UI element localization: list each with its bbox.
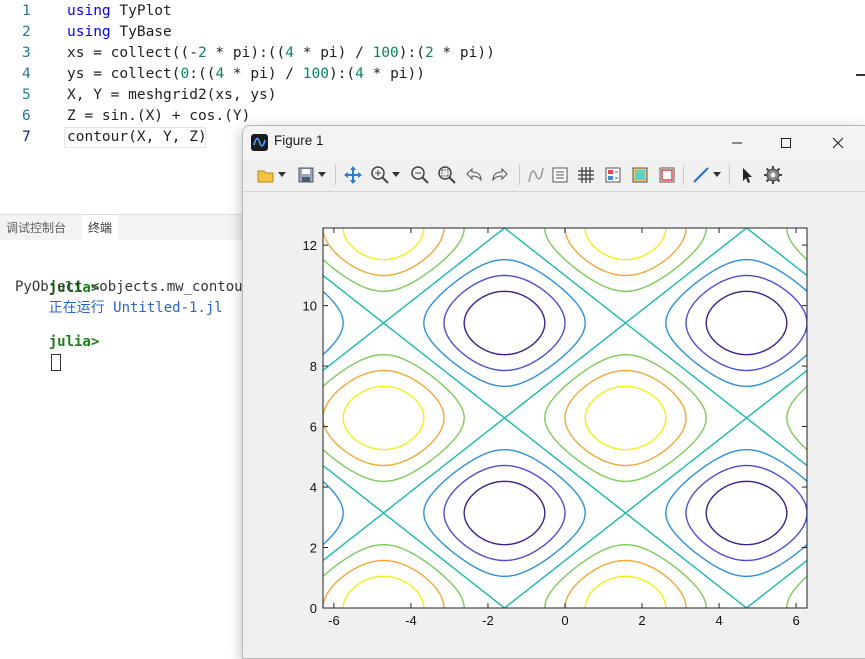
figure-toolbar — [243, 159, 865, 192]
scrollbar-marker — [856, 74, 865, 76]
figure-titlebar[interactable]: Figure 1 — [243, 126, 865, 159]
tab-terminal[interactable]: 终端 — [82, 215, 119, 241]
line-style-icon[interactable] — [690, 164, 712, 186]
julia-prompt: julia> — [48, 334, 100, 350]
x-tick-label: 4 — [715, 613, 722, 628]
x-tick-label: -6 — [328, 613, 340, 628]
y-tick-label: 2 — [310, 541, 317, 556]
grid-icon[interactable] — [575, 164, 597, 186]
settings-gear-icon[interactable] — [762, 164, 784, 186]
select-arrow-icon[interactable] — [736, 164, 758, 186]
x-tick-label: 0 — [561, 613, 568, 628]
toolbar-divider — [335, 165, 336, 185]
code-line[interactable]: 1 using TyPlot — [0, 1, 520, 22]
y-tick-label: 8 — [310, 359, 317, 374]
y-tick-label: 12 — [303, 238, 317, 253]
redo-icon[interactable] — [489, 164, 511, 186]
toolbar-divider — [519, 165, 520, 185]
fill-icon[interactable] — [629, 164, 651, 186]
figure-window[interactable]: Figure 1 -6 -4 -2 0 2 4 6 0 2 4 6 8 10 1… — [242, 125, 865, 659]
line-number: 2 — [22, 24, 31, 40]
code-text[interactable]: xs = collect((-2 * pi):((4 * pi) / 100):… — [67, 43, 495, 64]
y-tick-label: 6 — [310, 420, 317, 435]
x-tick-label: -4 — [405, 613, 417, 628]
chevron-down-icon[interactable] — [316, 164, 328, 186]
pan-icon[interactable] — [342, 164, 364, 186]
contour-plot[interactable]: -6 -4 -2 0 2 4 6 0 2 4 6 8 10 12 — [243, 192, 865, 658]
x-tick-label: 2 — [638, 613, 645, 628]
zoom-in-icon[interactable] — [369, 164, 391, 186]
code-text[interactable]: using TyPlot — [67, 1, 172, 22]
open-folder-icon[interactable] — [255, 164, 277, 186]
terminal-cursor — [50, 353, 61, 371]
line-number: 1 — [22, 3, 31, 19]
terminal-line-3[interactable]: julia> — [15, 312, 99, 392]
chevron-down-icon[interactable] — [711, 164, 723, 186]
maximize-button[interactable] — [761, 126, 811, 159]
x-tick-label: 6 — [792, 613, 799, 628]
code-text[interactable]: X, Y = meshgrid2(xs, ys) — [67, 85, 277, 106]
plot-area[interactable]: -6 -4 -2 0 2 4 6 0 2 4 6 8 10 12 — [243, 192, 865, 658]
data-cursor-icon[interactable] — [525, 164, 547, 186]
line-number: 6 — [22, 108, 31, 124]
code-line[interactable]: 5 X, Y = meshgrid2(xs, ys) — [0, 85, 520, 106]
y-tick-label: 4 — [310, 480, 317, 495]
code-text[interactable]: contour(X, Y, Z) — [67, 127, 207, 148]
box-icon[interactable] — [656, 164, 678, 186]
toolbar-divider — [683, 165, 684, 185]
x-tick-label: -2 — [482, 613, 494, 628]
y-tick-label: 0 — [310, 601, 317, 616]
figure-app-icon — [251, 134, 268, 151]
maximize-icon — [781, 137, 791, 148]
code-line[interactable]: 4 ys = collect(0:((4 * pi) / 100):(4 * pi… — [0, 64, 520, 85]
undo-icon[interactable] — [463, 164, 485, 186]
line-number: 4 — [22, 66, 31, 82]
code-text[interactable]: ys = collect(0:((4 * pi) / 100):(4 * pi)… — [67, 64, 425, 85]
chevron-down-icon[interactable] — [276, 164, 288, 186]
line-number: 5 — [22, 87, 31, 103]
close-button[interactable] — [813, 126, 863, 159]
legend-icon[interactable] — [549, 164, 571, 186]
colorbar-icon[interactable] — [602, 164, 624, 186]
code-text[interactable]: using TyBase — [67, 22, 172, 43]
figure-title: Figure 1 — [274, 133, 324, 148]
minimize-icon — [732, 142, 742, 143]
y-tick-label: 10 — [303, 299, 317, 314]
code-line[interactable]: 6 Z = sin.(X) + cos.(Y) — [0, 106, 520, 127]
zoom-fit-icon[interactable] — [436, 164, 458, 186]
line-number: 7 — [22, 129, 31, 145]
toolbar-divider — [729, 165, 730, 185]
close-icon — [832, 137, 844, 148]
zoom-out-icon[interactable] — [409, 164, 431, 186]
tab-debug-console[interactable]: 调试控制台 — [0, 215, 72, 241]
chevron-down-icon[interactable] — [390, 164, 402, 186]
code-text[interactable]: Z = sin.(X) + cos.(Y) — [67, 106, 250, 127]
line-number: 3 — [22, 45, 31, 61]
minimize-button[interactable] — [712, 126, 762, 159]
code-line[interactable]: 3 xs = collect((-2 * pi):((4 * pi) / 100)… — [0, 43, 520, 64]
terminal-line-2: PyObject <objects.mw_contour. — [15, 279, 260, 295]
code-line[interactable]: 2 using TyBase — [0, 22, 520, 43]
save-icon[interactable] — [295, 164, 317, 186]
